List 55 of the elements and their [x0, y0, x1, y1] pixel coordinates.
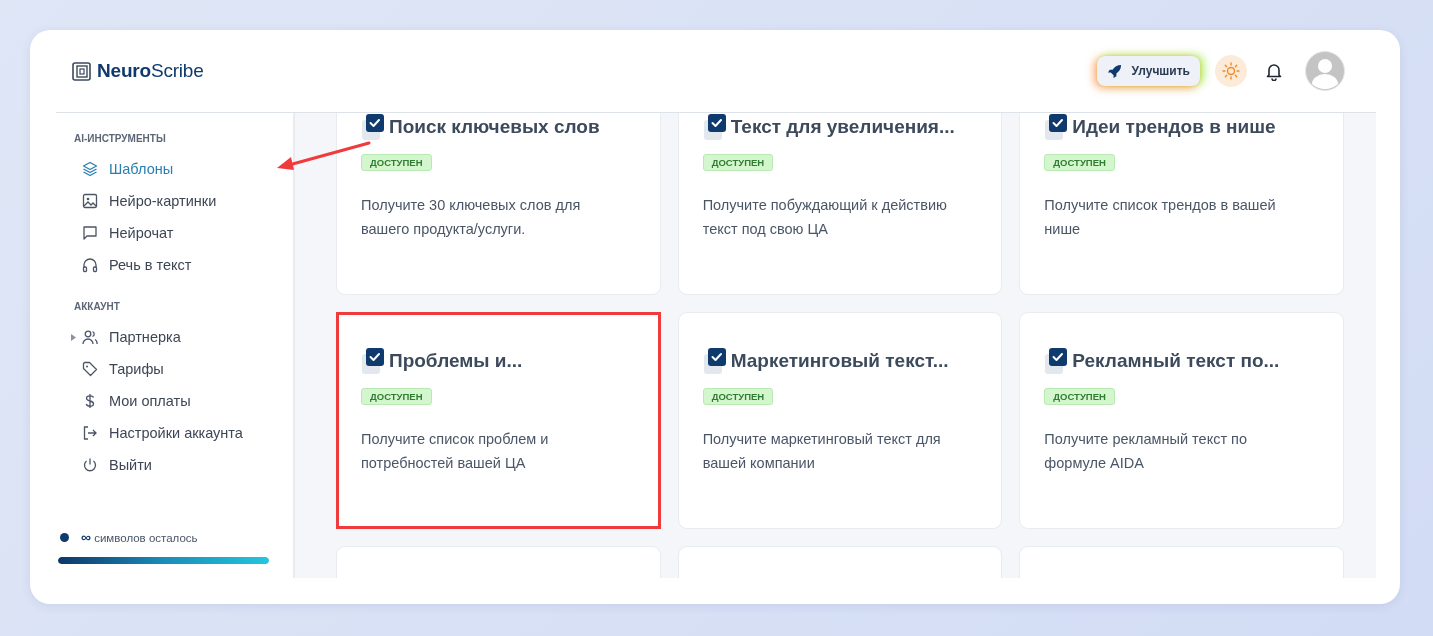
status-badge: ДОСТУПЕН — [361, 388, 432, 405]
users-icon — [82, 329, 98, 345]
status-badge: ДОСТУПЕН — [1044, 154, 1115, 171]
chat-bubble-icon — [82, 225, 98, 241]
status-badge: ДОСТУПЕН — [702, 388, 774, 405]
rocket-icon — [1106, 63, 1122, 79]
card-title: Текст для увеличения... — [730, 116, 955, 138]
checkbox-document-icon — [1044, 347, 1069, 375]
card-description: Получите маркетинговый текст для вашей компании — [702, 430, 942, 473]
card-title: Проблемы и... — [389, 350, 523, 372]
bell-icon[interactable] — [1264, 61, 1284, 81]
sidebar-item[interactable]: Нейрочат — [58, 217, 269, 249]
sidebar-item[interactable]: Тарифы — [58, 353, 269, 385]
sidebar-item[interactable]: Речь в текст — [58, 249, 269, 281]
card-description: Получите рекламный текст по формуле AIDA — [1044, 430, 1248, 473]
status-badge: ДОСТУПЕН — [1044, 388, 1115, 405]
card-description: Получите 30 ключевых слов для вашего продукта/услуги. — [361, 196, 582, 239]
template-card[interactable]: Поиск ключевых слов ДОСТУПЕН Получите 30 ключевых слов для вашего продукта/услуги. — [336, 113, 661, 295]
image-icon — [82, 193, 98, 209]
sidebar-item[interactable]: Нейро-картинки — [58, 185, 269, 217]
card-title: Идеи трендов в нише — [1072, 116, 1276, 138]
tag-icon — [82, 361, 98, 377]
symbols-left-text: ∞ символов осталось — [81, 529, 198, 545]
card-title: Маркетинговый текст... — [730, 350, 949, 372]
section-heading: АККАУНТ — [73, 301, 121, 312]
checkbox-document-icon — [702, 347, 727, 375]
upgrade-button[interactable]: Улучшить — [1096, 56, 1200, 86]
card-title: Поиск ключевых слов — [389, 116, 600, 138]
status-badge: ДОСТУПЕН — [361, 154, 432, 171]
power-icon — [82, 457, 98, 473]
template-card[interactable]: Рекламный текст по... ДОСТУПЕН Получите рекламный текст по формуле AIDA — [1019, 312, 1344, 529]
layers-icon — [82, 161, 98, 177]
card-description: Получите список трендов в вашей нише — [1044, 196, 1277, 239]
theme-toggle-button[interactable] — [1215, 55, 1247, 87]
template-card[interactable]: Проблемы и... ДОСТУПЕН Получите список проблем и потребностей вашей ЦА — [336, 312, 661, 529]
card-description: Получите побуждающий к действию текст под свою ЦА — [702, 196, 948, 239]
section-heading: AI-ИНСТРУМЕНТЫ — [73, 133, 167, 144]
sun-icon — [1222, 62, 1240, 80]
status-badge: ДОСТУПЕН — [702, 154, 774, 171]
template-card[interactable]: Маркетинговый текст... ДОСТУПЕН Получите маркетинговый текст для вашей компании — [677, 312, 1003, 529]
sidebar-item[interactable]: Шаблоны — [58, 153, 269, 185]
card-description: Получите список проблем и потребностей вашей ЦА — [361, 430, 550, 473]
headphones-icon — [82, 257, 98, 273]
checkbox-document-icon — [361, 347, 385, 375]
template-card[interactable]: Идеи трендов в нише ДОСТУПЕН Получите список трендов в вашей нише — [1019, 113, 1344, 295]
sidebar-item[interactable]: Партнерка — [58, 321, 269, 353]
logo-text[interactable]: NeuroScribe — [97, 60, 204, 82]
sidebar-item[interactable]: Настройки аккаунта — [58, 417, 269, 449]
avatar-icon[interactable] — [1305, 51, 1345, 91]
exit-arrow-icon — [82, 425, 98, 441]
card-title: Рекламный текст по... — [1072, 350, 1280, 372]
sidebar-item[interactable]: Выйти — [58, 449, 269, 481]
template-card[interactable]: Текст для увеличения... ДОСТУПЕН Получите побуждающий к действию текст под свою ЦА — [677, 113, 1003, 295]
sidebar-item[interactable]: Мои оплаты — [58, 385, 269, 417]
logo-icon — [72, 61, 91, 81]
